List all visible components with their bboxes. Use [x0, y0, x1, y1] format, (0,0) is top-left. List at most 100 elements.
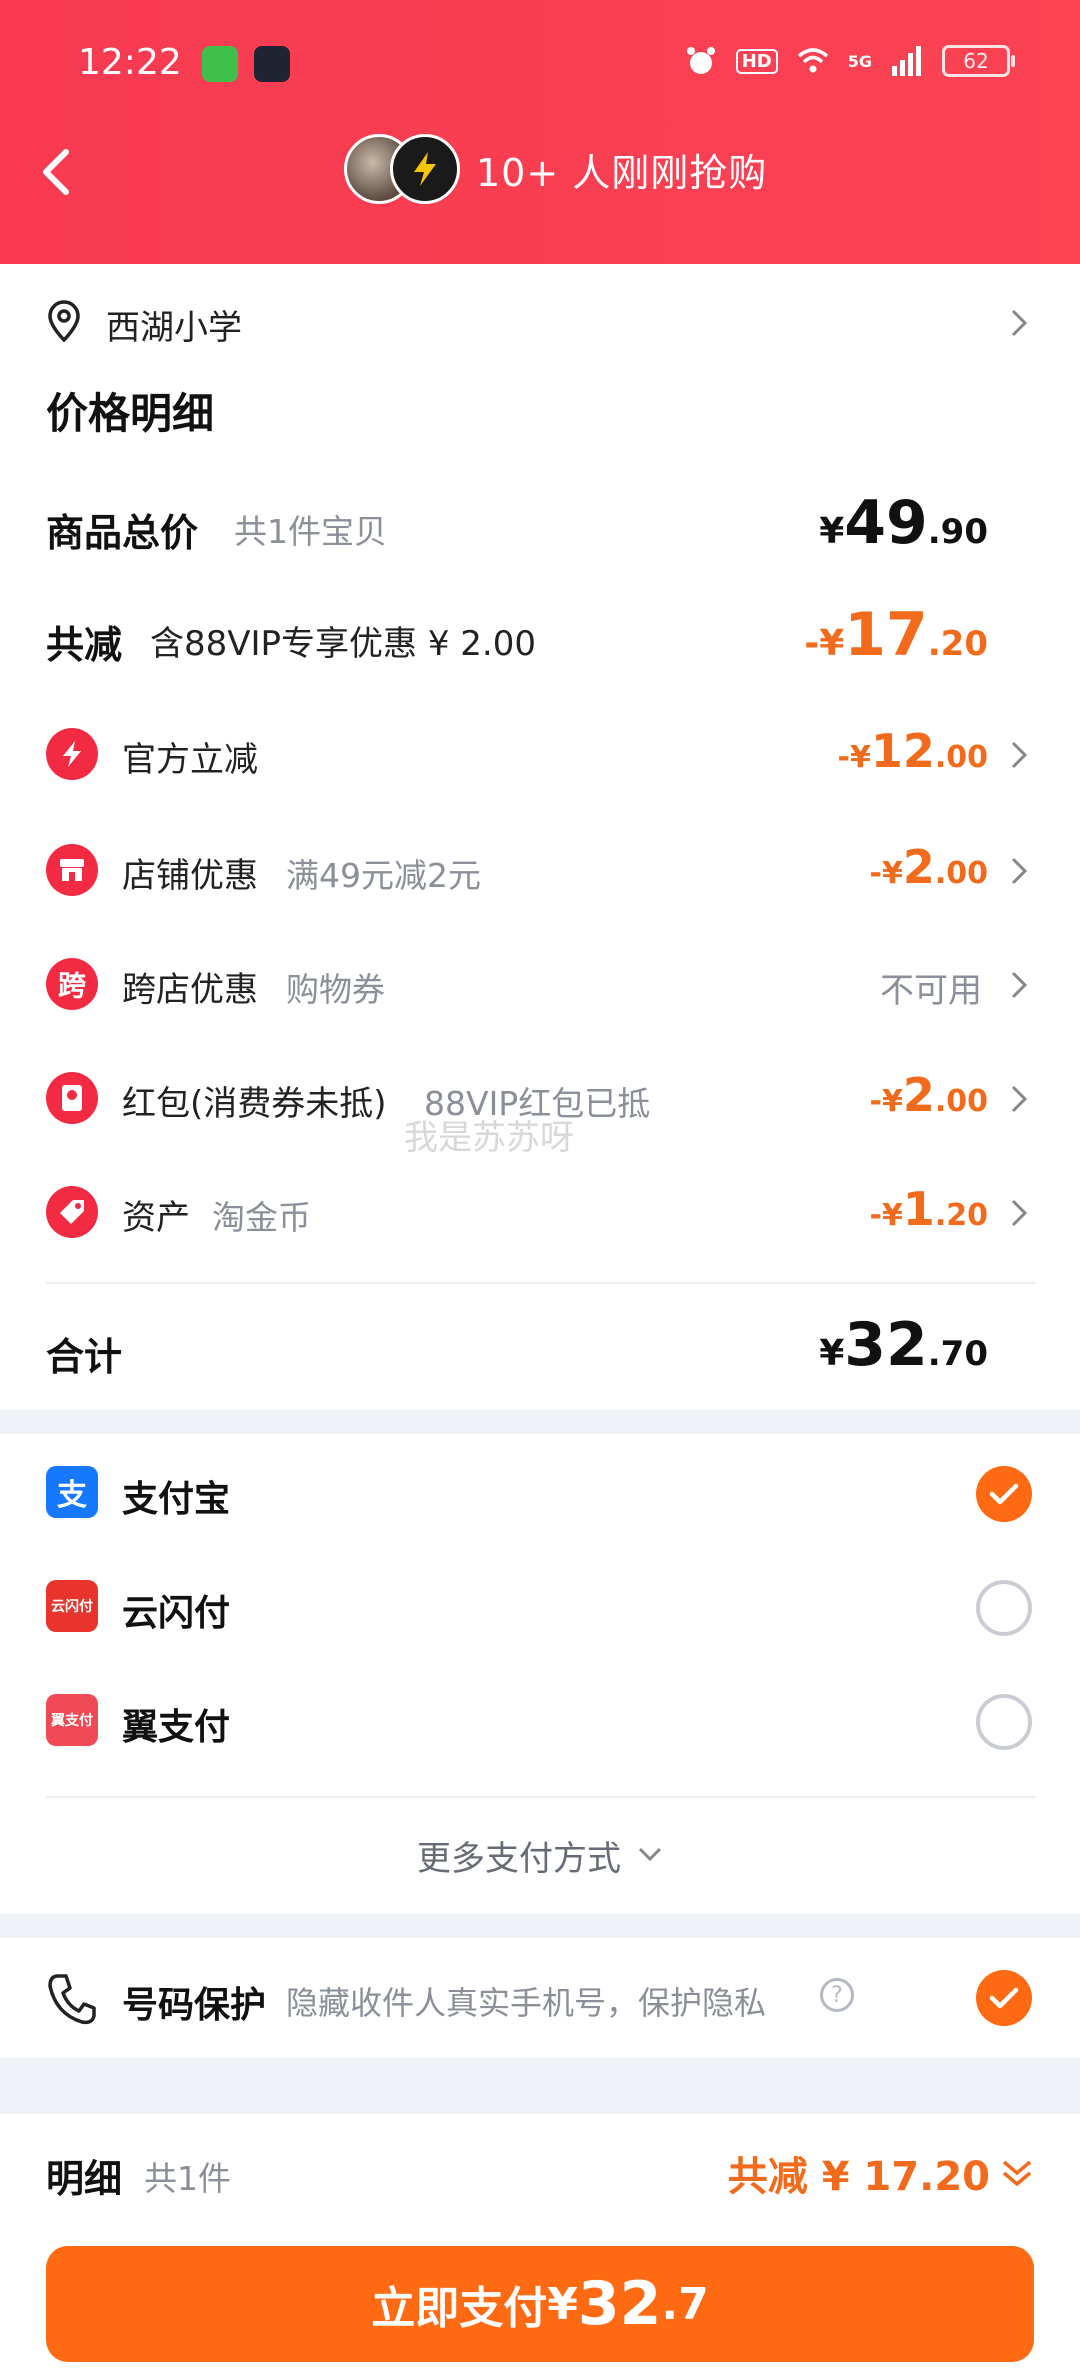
- sum-row: 合计 ¥32.70: [0, 1306, 1080, 1402]
- discount-decimal: .00: [934, 740, 988, 775]
- radio-checked-icon[interactable]: [976, 1466, 1032, 1522]
- chevron-down-icon: [638, 1847, 662, 1862]
- wifi-icon: [797, 48, 828, 73]
- discount-currency: -¥: [837, 740, 871, 775]
- back-arrow-icon[interactable]: [38, 148, 78, 196]
- discount-integer: 2: [902, 1068, 935, 1122]
- header-title-group: 10+ 人刚刚抢购: [344, 134, 767, 204]
- reduce-price-integer: 17: [844, 600, 928, 670]
- address-text: 西湖小学: [106, 308, 242, 348]
- battery-level: 62: [963, 49, 989, 73]
- pay-now-label: 立即支付: [371, 2283, 548, 2334]
- reduce-price-currency: -¥: [804, 623, 845, 664]
- cross-store-icon: 跨: [46, 958, 98, 1010]
- discount-sub-store: 满49元减2元: [286, 856, 481, 895]
- chevron-right-icon: [1011, 1085, 1028, 1113]
- number-protection-row[interactable]: 号码保护 隐藏收件人真实手机号，保护隐私 ?: [0, 1950, 1080, 2046]
- total-label: 商品总价: [46, 511, 199, 555]
- chevron-right-icon: [1011, 857, 1028, 885]
- total-price-decimal: .90: [927, 512, 988, 552]
- pay-method-name: 翼支付: [122, 1707, 231, 1748]
- discount-integer: 12: [870, 724, 935, 778]
- pay-method-name: 云闪付: [122, 1593, 231, 1634]
- discount-currency: -¥: [869, 1198, 903, 1233]
- message-app-icon: [202, 46, 238, 82]
- radio-checked-icon[interactable]: [976, 1970, 1032, 2026]
- red-packet-icon: [46, 1072, 98, 1124]
- battery-icon: 62: [942, 45, 1015, 77]
- chevron-right-icon: [1011, 971, 1028, 999]
- discount-price-official: -¥12.00: [838, 724, 989, 778]
- sum-label: 合计: [46, 1335, 123, 1379]
- footer-detail-count: 共1件: [144, 2159, 231, 2198]
- discount-price-assets: -¥1.20: [870, 1182, 989, 1236]
- total-price-currency: ¥: [819, 511, 845, 552]
- footer-reduce-toggle[interactable]: 共减 ¥ 17.20: [728, 2144, 1034, 2202]
- reduce-price-decimal: .20: [927, 624, 988, 664]
- total-reduce-row: 共减 含88VIP专享优惠 ¥ 2.00 -¥17.20: [0, 600, 1080, 690]
- store-icon: [46, 844, 98, 896]
- sum-currency: ¥: [819, 1333, 845, 1374]
- discount-label-assets: 资产: [122, 1198, 190, 1238]
- discount-integer: 1: [902, 1182, 935, 1236]
- pay-now-button[interactable]: 立即支付 ¥32.7: [46, 2246, 1034, 2362]
- header-title: 10+ 人刚刚抢购: [476, 150, 768, 195]
- signal-icon: [892, 46, 921, 76]
- total-price-row: 商品总价 共1件宝贝 ¥49.90: [0, 488, 1080, 578]
- radio-unchecked-icon[interactable]: [976, 1580, 1032, 1636]
- discount-decimal: .00: [934, 856, 988, 891]
- radio-unchecked-icon[interactable]: [976, 1694, 1032, 1750]
- sum-decimal: .70: [927, 1334, 988, 1374]
- pay-now-decimal: .7: [661, 2278, 709, 2330]
- pay-method-alipay[interactable]: 支 支付宝: [0, 1446, 1080, 1542]
- number-protection-desc: 隐藏收件人真实手机号，保护隐私: [286, 1984, 767, 2022]
- section-gap: [0, 1410, 1080, 1434]
- double-chevron-down-icon: [1002, 2160, 1032, 2187]
- discount-row-store[interactable]: 店铺优惠 满49元减2元 -¥2.00: [0, 830, 1080, 910]
- network-type: 5G: [847, 51, 872, 71]
- discount-sub-assets: 淘金币: [212, 1198, 311, 1237]
- discount-status-cross-store: 不可用: [880, 971, 982, 1011]
- address-row[interactable]: 西湖小学: [0, 282, 1080, 364]
- section-gap: [0, 2058, 1080, 2114]
- header-bar: 12:22 HD 5G 62 10+ 人刚刚抢购: [0, 0, 1080, 264]
- reduce-sub: 含88VIP专享优惠 ¥ 2.00: [150, 624, 537, 664]
- number-protection-label: 号码保护: [122, 1985, 267, 2026]
- help-icon[interactable]: ?: [820, 1978, 854, 2012]
- discount-label-red-packet: 红包(消费券未抵): [122, 1084, 387, 1124]
- discount-currency: -¥: [869, 856, 903, 891]
- discount-price-store: -¥2.00: [870, 840, 989, 894]
- pay-method-name: 支付宝: [122, 1479, 231, 1520]
- total-price-integer: 49: [844, 488, 928, 558]
- price-detail-heading: 价格明细: [46, 389, 215, 438]
- discount-row-assets[interactable]: 资产 淘金币 -¥1.20: [0, 1172, 1080, 1252]
- watermark-text: 我是苏苏呀: [404, 1118, 574, 1158]
- more-payment-label: 更多支付方式: [417, 1838, 621, 1879]
- tag-icon: [46, 1186, 98, 1238]
- sum-price: ¥32.70: [819, 1310, 988, 1380]
- discount-row-cross-store[interactable]: 跨 跨店优惠 购物券 不可用: [0, 944, 1080, 1024]
- divider: [46, 1796, 1036, 1798]
- discount-decimal: .20: [934, 1198, 988, 1233]
- mail-app-icon: [254, 46, 290, 82]
- unionpay-icon: 云闪付: [46, 1580, 98, 1632]
- footer-detail-label: 明细: [46, 2157, 123, 2201]
- discount-currency: -¥: [869, 1084, 903, 1119]
- reduce-price: -¥17.20: [804, 600, 988, 670]
- divider: [46, 1282, 1036, 1284]
- more-payment-button[interactable]: 更多支付方式: [0, 1810, 1080, 1900]
- reduce-label: 共减: [46, 623, 123, 667]
- lightning-avatar-icon: [390, 134, 460, 204]
- location-pin-icon: [48, 300, 80, 342]
- status-time: 12:22: [78, 42, 182, 83]
- hd-icon: HD: [735, 48, 778, 74]
- discount-row-official[interactable]: 官方立减 -¥12.00: [0, 714, 1080, 794]
- pay-method-unionpay[interactable]: 云闪付 云闪付: [0, 1560, 1080, 1656]
- chevron-right-icon: [1011, 741, 1028, 769]
- sum-integer: 32: [844, 1310, 928, 1380]
- chevron-right-icon: [1011, 1199, 1028, 1227]
- total-count: 共1件宝贝: [234, 512, 387, 551]
- status-icons: HD 5G 62: [684, 44, 1015, 78]
- pay-method-bestpay[interactable]: 翼支付 翼支付: [0, 1674, 1080, 1770]
- pay-now-integer: 32: [577, 2269, 662, 2339]
